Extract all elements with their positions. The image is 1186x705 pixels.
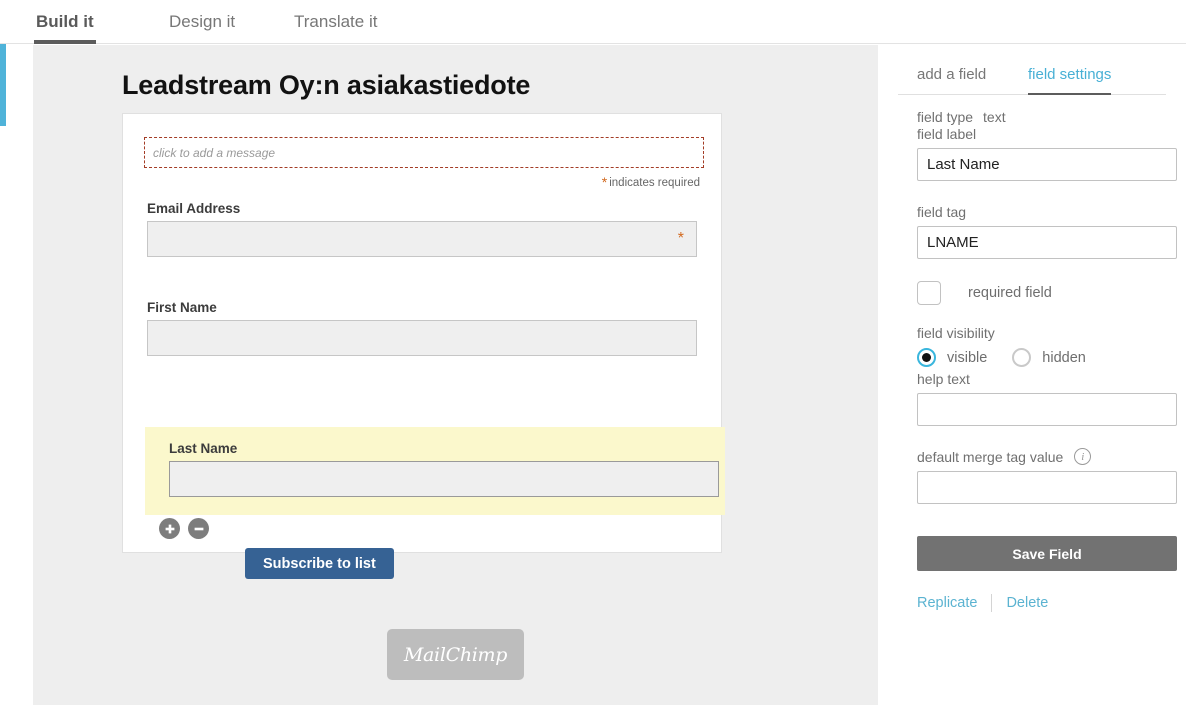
tab-build-it[interactable]: Build it — [34, 0, 96, 44]
panel-action-links: Replicate Delete — [917, 594, 1147, 612]
page-title: Leadstream Oy:n asiakastiedote — [122, 70, 531, 100]
required-field-row: required field — [917, 281, 1147, 305]
first-name-input[interactable] — [147, 320, 697, 356]
plus-icon[interactable] — [159, 518, 180, 539]
message-placeholder-text: click to add a message — [153, 145, 276, 160]
default-merge-tag-row: default merge tag value i — [917, 448, 1147, 465]
link-divider — [991, 594, 993, 612]
tab-add-a-field-label: add a field — [917, 66, 987, 83]
tab-field-settings[interactable]: field settings — [1028, 66, 1112, 95]
radio-visible[interactable] — [917, 348, 936, 367]
minus-icon[interactable] — [188, 518, 209, 539]
subscribe-button[interactable]: Subscribe to list — [245, 548, 394, 579]
required-asterisk: * — [601, 174, 608, 190]
form-field-first-name-label: First Name — [147, 300, 217, 315]
form-field-first-name[interactable]: First Name — [123, 300, 723, 356]
tab-translate-it-label: Translate it — [294, 12, 378, 31]
help-text-label: help text — [917, 371, 970, 387]
field-tag-label: field tag — [917, 204, 967, 220]
field-tag-input-value: LNAME — [927, 234, 979, 251]
top-tab-bar: Build it Design it Translate it — [0, 0, 1186, 44]
field-label-input-value: Last Name — [927, 156, 1000, 173]
field-label-label: field label — [917, 126, 977, 142]
field-visibility-radio-group: visible hidden — [917, 348, 1147, 367]
field-label-input[interactable]: Last Name — [917, 148, 1177, 181]
panel-tab-bar: add a field field settings — [898, 45, 1166, 95]
email-required-asterisk: * — [677, 230, 684, 247]
tab-design-it[interactable]: Design it — [167, 0, 237, 44]
mailchimp-logo: MailChimp — [387, 629, 524, 680]
field-type-label: field type — [917, 109, 974, 125]
form-field-last-name-label: Last Name — [169, 441, 238, 456]
field-controls — [159, 518, 209, 539]
default-merge-tag-input[interactable] — [917, 471, 1177, 504]
field-type-row: field type text — [917, 109, 1147, 125]
help-text-input[interactable] — [917, 393, 1177, 426]
tab-add-a-field[interactable]: add a field — [917, 66, 986, 93]
info-icon[interactable]: i — [1074, 448, 1092, 465]
field-tag-input[interactable]: LNAME — [917, 226, 1177, 259]
form-field-last-name[interactable]: Last Name — [145, 427, 725, 515]
radio-visible-label: visible — [947, 349, 988, 366]
signup-form-card: click to add a message * indicates requir… — [122, 113, 725, 579]
tab-field-settings-label: field settings — [1028, 66, 1112, 83]
radio-hidden-label: hidden — [1042, 349, 1086, 366]
save-field-button[interactable]: Save Field — [917, 536, 1177, 571]
required-field-label: required field — [968, 285, 1052, 301]
mailchimp-logo-text: MailChimp — [403, 643, 508, 666]
form-field-email[interactable]: Email Address * — [123, 201, 723, 257]
required-note-text: indicates required — [609, 177, 700, 189]
email-input[interactable]: * — [147, 221, 697, 257]
tab-translate-it[interactable]: Translate it — [292, 0, 379, 44]
radio-hidden[interactable] — [1012, 348, 1032, 367]
field-settings-panel: add a field field settings field type tex… — [878, 45, 1186, 705]
default-merge-tag-label: default merge tag value — [917, 448, 1064, 465]
field-visibility-label: field visibility — [917, 325, 995, 341]
last-name-input[interactable] — [169, 461, 719, 497]
field-type-value: text — [983, 109, 1006, 125]
message-placeholder-box[interactable]: click to add a message — [144, 137, 704, 168]
form-field-email-label: Email Address — [147, 201, 241, 216]
required-indicator-note: * indicates required — [602, 174, 700, 190]
required-field-checkbox[interactable] — [917, 281, 941, 305]
tab-build-it-label: Build it — [36, 12, 94, 31]
delete-link[interactable]: Delete — [1006, 595, 1048, 611]
tab-design-it-label: Design it — [169, 12, 236, 31]
replicate-link[interactable]: Replicate — [917, 595, 977, 611]
